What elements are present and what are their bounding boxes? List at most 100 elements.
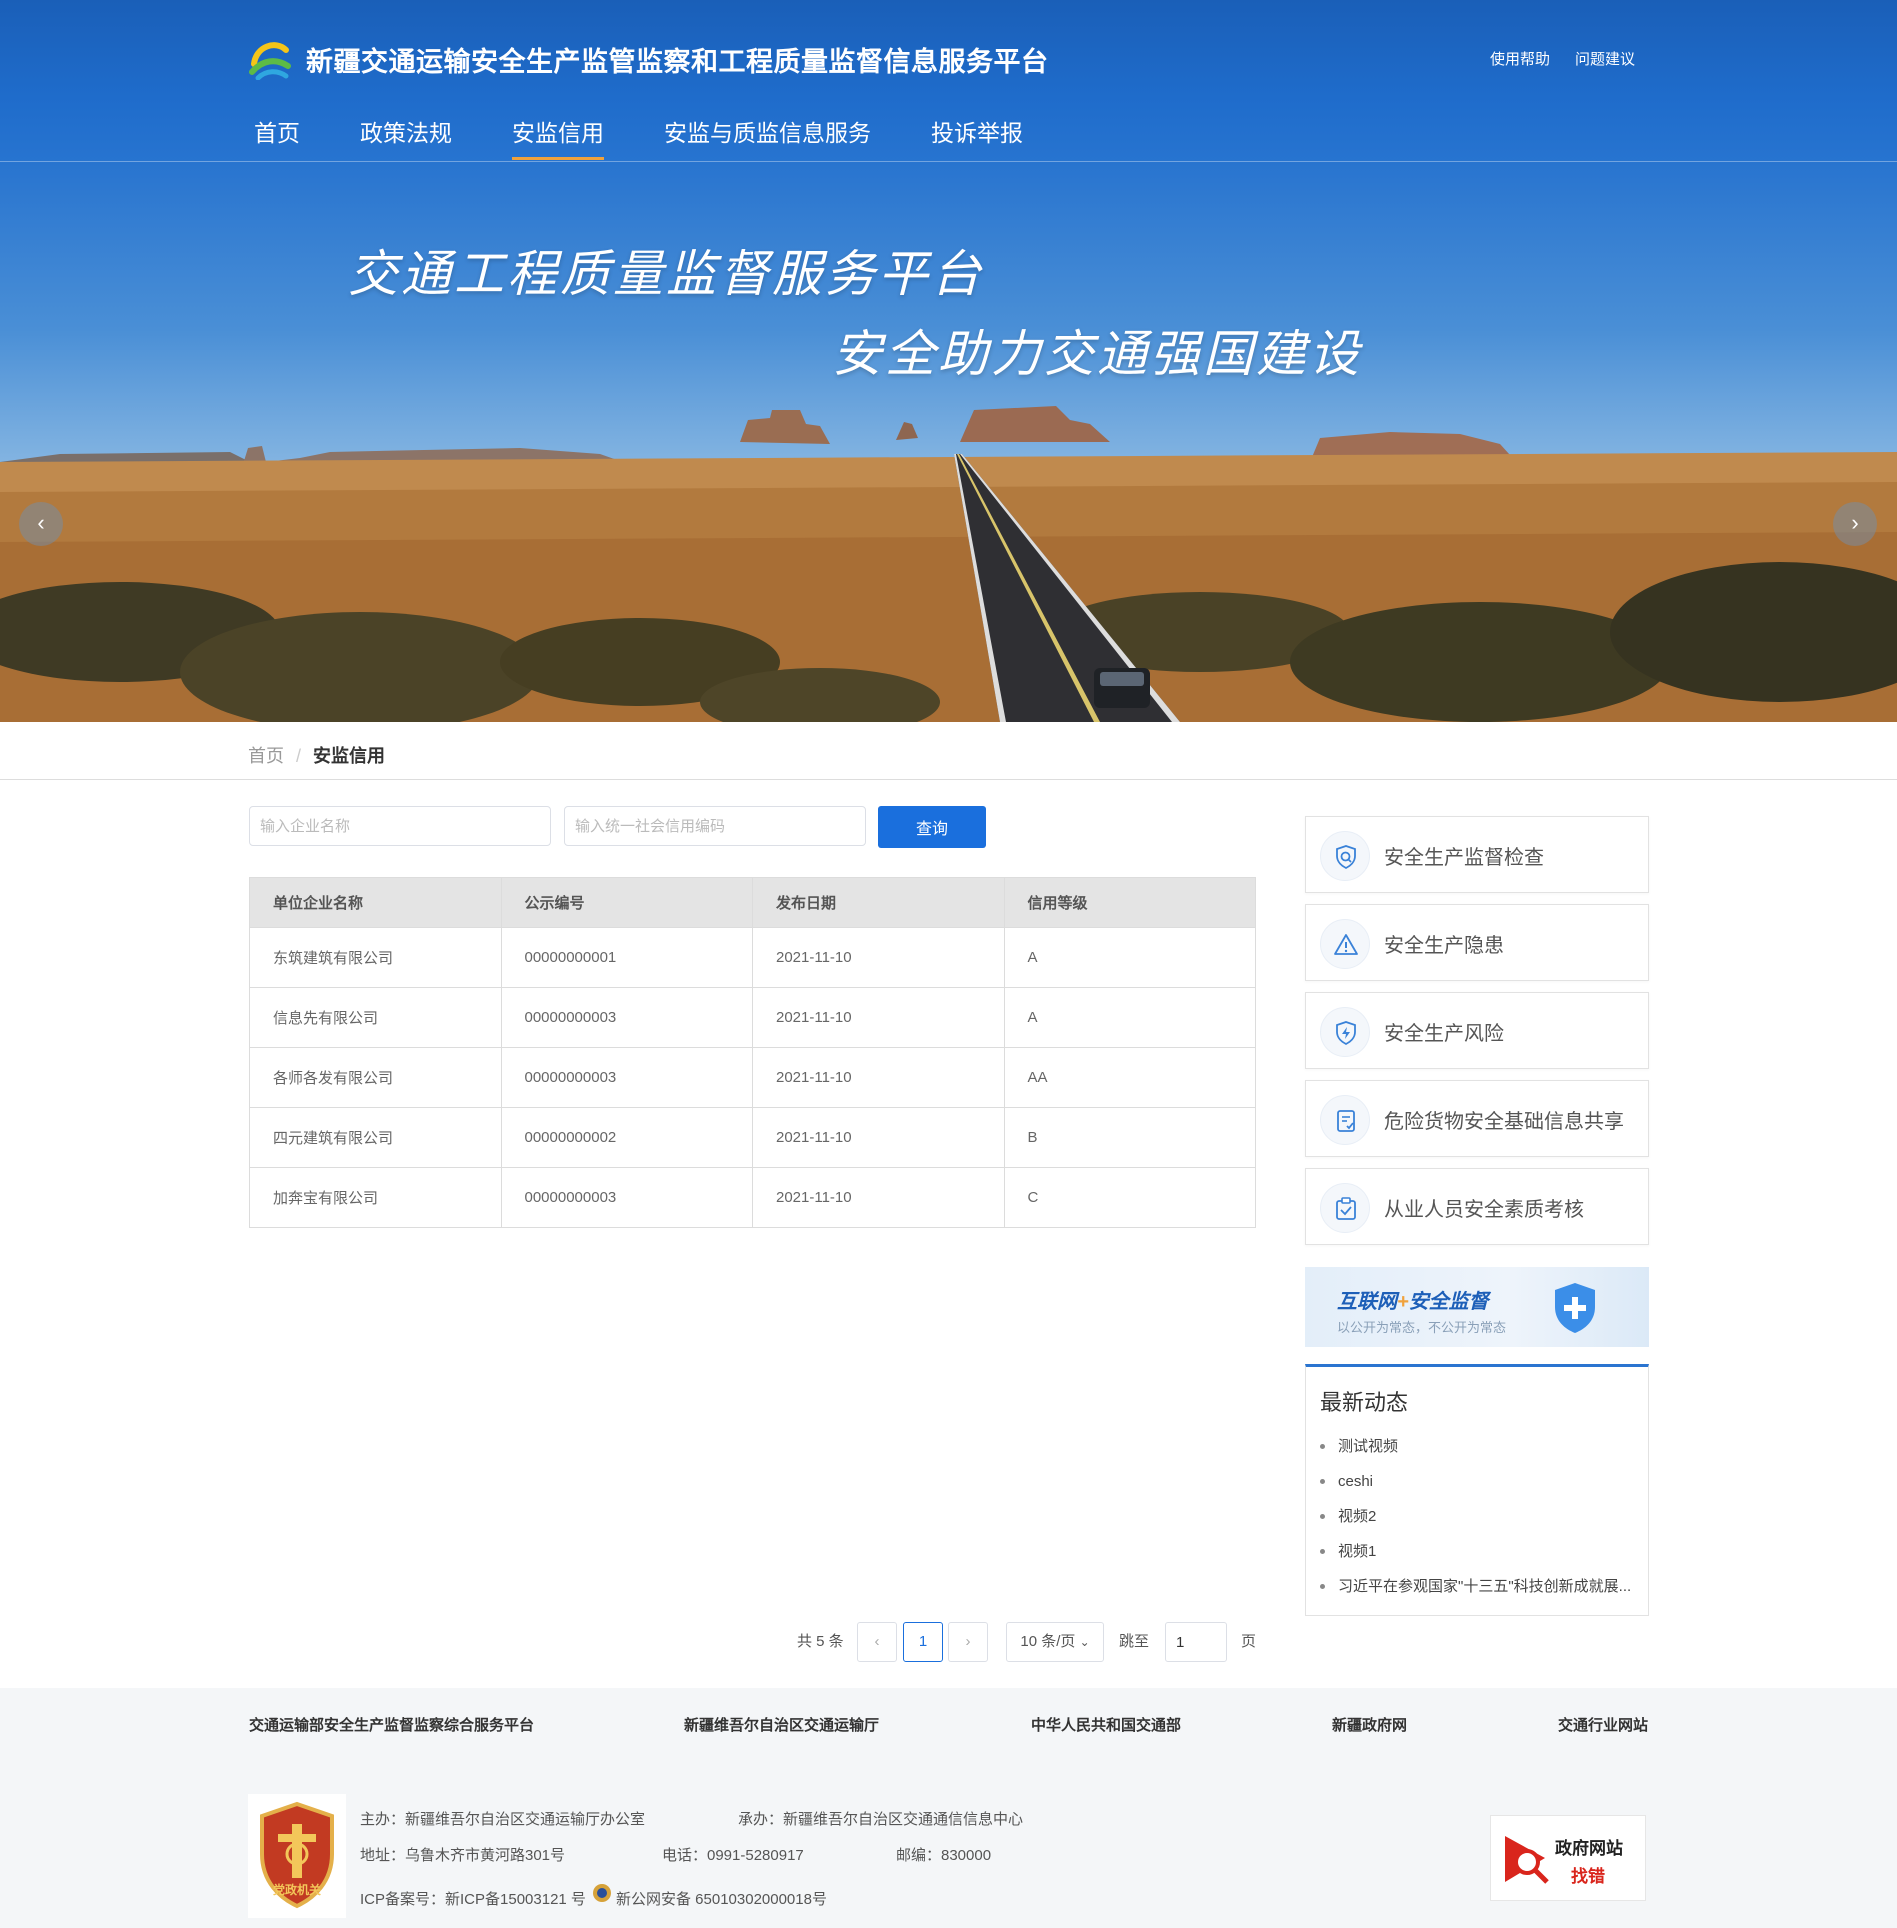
lightning-shield-icon xyxy=(1320,1007,1370,1057)
pagination-page-1[interactable]: 1 xyxy=(903,1622,943,1662)
nav-item-complaint[interactable]: 投诉举报 xyxy=(931,114,1023,162)
credit-code-input[interactable] xyxy=(564,806,866,846)
cell-company: 各师各发有限公司 xyxy=(249,1047,502,1108)
breadcrumb-divider xyxy=(0,779,1897,780)
footer-link-xinjiang-gov[interactable]: 新疆政府网 xyxy=(1332,1714,1407,1735)
column-header-credit-level[interactable]: 信用等级 xyxy=(1003,877,1256,928)
party-emblem-icon: 党政机关 xyxy=(260,1801,334,1909)
feedback-link[interactable]: 问题建议 xyxy=(1575,48,1635,69)
latest-news-title: 最新动态 xyxy=(1320,1390,1409,1415)
cell-credit-level: B xyxy=(1003,1107,1256,1168)
site-header: 新疆交通运输安全生产监管监察和工程质量监督信息服务平台 使用帮助 问题建议 首页… xyxy=(0,0,1897,162)
nav-item-policy[interactable]: 政策法规 xyxy=(360,114,452,162)
news-item[interactable]: 习近平在参观国家"十三五"科技创新成就展... xyxy=(1320,1569,1640,1604)
site-logo-icon[interactable] xyxy=(246,34,292,80)
sidebar-card-staff-assessment[interactable]: 从业人员安全素质考核 xyxy=(1305,1168,1649,1245)
cell-company: 信息先有限公司 xyxy=(249,987,502,1048)
cell-company: 东筑建筑有限公司 xyxy=(249,927,502,988)
footer-sponsor: 主办：新疆维吾尔自治区交通运输厅办公室 xyxy=(360,1811,646,1828)
svg-text:党政机关: 党政机关 xyxy=(273,1882,321,1897)
table-row[interactable]: 四元建筑有限公司 00000000002 2021-11-10 B xyxy=(249,1107,1256,1168)
cell-notice-number: 00000000001 xyxy=(500,927,753,988)
help-link[interactable]: 使用帮助 xyxy=(1490,48,1550,69)
pagination-prev-button[interactable]: ‹ xyxy=(857,1622,897,1662)
chevron-down-icon: ⌄ xyxy=(1079,1635,1090,1649)
nav-item-info-service[interactable]: 安监与质监信息服务 xyxy=(664,114,871,162)
footer-icp[interactable]: ICP备案号：新ICP备15003121 号 xyxy=(360,1888,586,1909)
badge-subtitle: 找错 xyxy=(1571,1867,1605,1886)
hero-banner: 交通工程质量监督服务平台 安全助力交通强国建设 ‹ › xyxy=(0,162,1897,722)
footer-phone: 电话：0991-5280917 xyxy=(662,1847,804,1864)
pagination-total: 共 5 条 xyxy=(797,1633,844,1650)
banner-slogan-sub: 安全助力交通强国建设 xyxy=(832,325,1362,383)
news-item[interactable]: 视频1 xyxy=(1320,1534,1640,1569)
footer-link-xinjiang-transport[interactable]: 新疆维吾尔自治区交通运输厅 xyxy=(684,1714,879,1735)
query-button[interactable]: 查询 xyxy=(878,806,986,848)
sidebar-card-label: 危险货物安全基础信息共享 xyxy=(1384,1111,1624,1133)
news-item[interactable]: 视频2 xyxy=(1320,1499,1640,1534)
nav-item-safety-credit[interactable]: 安监信用 xyxy=(512,114,604,162)
cell-notice-number: 00000000003 xyxy=(500,1167,753,1228)
cell-publish-date: 2021-11-10 xyxy=(752,987,1005,1048)
cell-publish-date: 2021-11-10 xyxy=(752,1167,1005,1228)
banner-slogan-main: 交通工程质量监督服务平台 xyxy=(348,245,984,303)
clipboard-check-icon xyxy=(1320,1183,1370,1233)
footer-police-record[interactable]: 新公网安备 65010302000018号 xyxy=(616,1888,827,1909)
table-row[interactable]: 各师各发有限公司 00000000003 2021-11-10 AA xyxy=(249,1047,1256,1108)
sidebar-card-hidden-danger[interactable]: 安全生产隐患 xyxy=(1305,904,1649,981)
latest-news-panel: 最新动态 测试视频 ceshi 视频2 视频1 习近平在参观国家"十三五"科技创… xyxy=(1305,1364,1649,1616)
cell-credit-level: AA xyxy=(1003,1047,1256,1108)
site-title: 新疆交通运输安全生产监管监察和工程质量监督信息服务平台 xyxy=(306,47,1049,77)
page-size-select[interactable]: 10 条/页 ⌄ xyxy=(1006,1622,1104,1662)
breadcrumb-current: 安监信用 xyxy=(313,746,386,766)
sidebar-card-label: 从业人员安全素质考核 xyxy=(1384,1199,1584,1221)
table-row[interactable]: 东筑建筑有限公司 00000000001 2021-11-10 A xyxy=(249,927,1256,988)
breadcrumb-home-link[interactable]: 首页 xyxy=(248,746,284,766)
cell-notice-number: 00000000002 xyxy=(500,1107,753,1168)
promo-subtitle: 以公开为常态，不公开为常态 xyxy=(1337,1320,1507,1335)
cell-publish-date: 2021-11-10 xyxy=(752,927,1005,988)
column-header-notice-number[interactable]: 公示编号 xyxy=(500,877,753,928)
sidebar-card-label: 安全生产监督检查 xyxy=(1384,847,1544,869)
jump-page-input[interactable] xyxy=(1165,1622,1227,1662)
breadcrumb: 首页 / 安监信用 xyxy=(248,742,385,768)
cell-publish-date: 2021-11-10 xyxy=(752,1047,1005,1108)
table-row[interactable]: 加奔宝有限公司 00000000003 2021-11-10 C xyxy=(249,1167,1256,1228)
breadcrumb-separator: / xyxy=(296,746,302,766)
sidebar-card-safety-risk[interactable]: 安全生产风险 xyxy=(1305,992,1649,1069)
badge-title: 政府网站 xyxy=(1555,1839,1623,1858)
party-government-emblem[interactable]: 党政机关 xyxy=(248,1794,346,1918)
carousel-next-button[interactable]: › xyxy=(1833,502,1877,546)
chevron-right-icon: › xyxy=(965,1633,971,1650)
footer-link-transport-sites[interactable]: 交通行业网站 xyxy=(1558,1714,1648,1735)
chevron-left-icon: ‹ xyxy=(37,510,45,535)
table-row[interactable]: 信息先有限公司 00000000003 2021-11-10 A xyxy=(249,987,1256,1048)
footer-link-mot-platform[interactable]: 交通运输部安全生产监督监察综合服务平台 xyxy=(249,1714,534,1735)
search-shield-icon xyxy=(1320,831,1370,881)
document-check-icon xyxy=(1320,1095,1370,1145)
cell-notice-number: 00000000003 xyxy=(500,1047,753,1108)
jump-label: 跳至 xyxy=(1119,1633,1150,1650)
footer-link-mot[interactable]: 中华人民共和国交通部 xyxy=(1031,1714,1181,1735)
footer-address: 地址：乌鲁木齐市黄河路301号 xyxy=(360,1847,566,1864)
column-header-company[interactable]: 单位企业名称 xyxy=(249,877,502,928)
news-item[interactable]: 测试视频 xyxy=(1320,1429,1640,1464)
page-unit-label: 页 xyxy=(1241,1633,1257,1650)
sidebar-card-dangerous-goods[interactable]: 危险货物安全基础信息共享 xyxy=(1305,1080,1649,1157)
cell-publish-date: 2021-11-10 xyxy=(752,1107,1005,1168)
carousel-prev-button[interactable]: ‹ xyxy=(19,502,63,546)
internet-safety-promo-banner[interactable]: 互联网+安全监督 以公开为常态，不公开为常态 xyxy=(1305,1267,1649,1347)
pagination-next-button[interactable]: › xyxy=(948,1622,988,1662)
column-header-publish-date[interactable]: 发布日期 xyxy=(752,877,1005,928)
cell-notice-number: 00000000003 xyxy=(500,987,753,1048)
credit-table: 单位企业名称 公示编号 发布日期 信用等级 东筑建筑有限公司 000000000… xyxy=(249,877,1256,1228)
sidebar-card-safety-inspection[interactable]: 安全生产监督检查 xyxy=(1305,816,1649,893)
page-size-value: 10 条/页 xyxy=(1020,1633,1076,1650)
news-item[interactable]: ceshi xyxy=(1320,1464,1640,1499)
cell-credit-level: A xyxy=(1003,927,1256,988)
table-header-row: 单位企业名称 公示编号 发布日期 信用等级 xyxy=(249,877,1256,928)
company-name-input[interactable] xyxy=(249,806,551,846)
latest-news-list: 测试视频 ceshi 视频2 视频1 习近平在参观国家"十三五"科技创新成就展.… xyxy=(1320,1429,1640,1604)
nav-item-home[interactable]: 首页 xyxy=(254,114,300,162)
gov-website-error-report-badge[interactable]: 政府网站 找错 xyxy=(1490,1815,1646,1901)
